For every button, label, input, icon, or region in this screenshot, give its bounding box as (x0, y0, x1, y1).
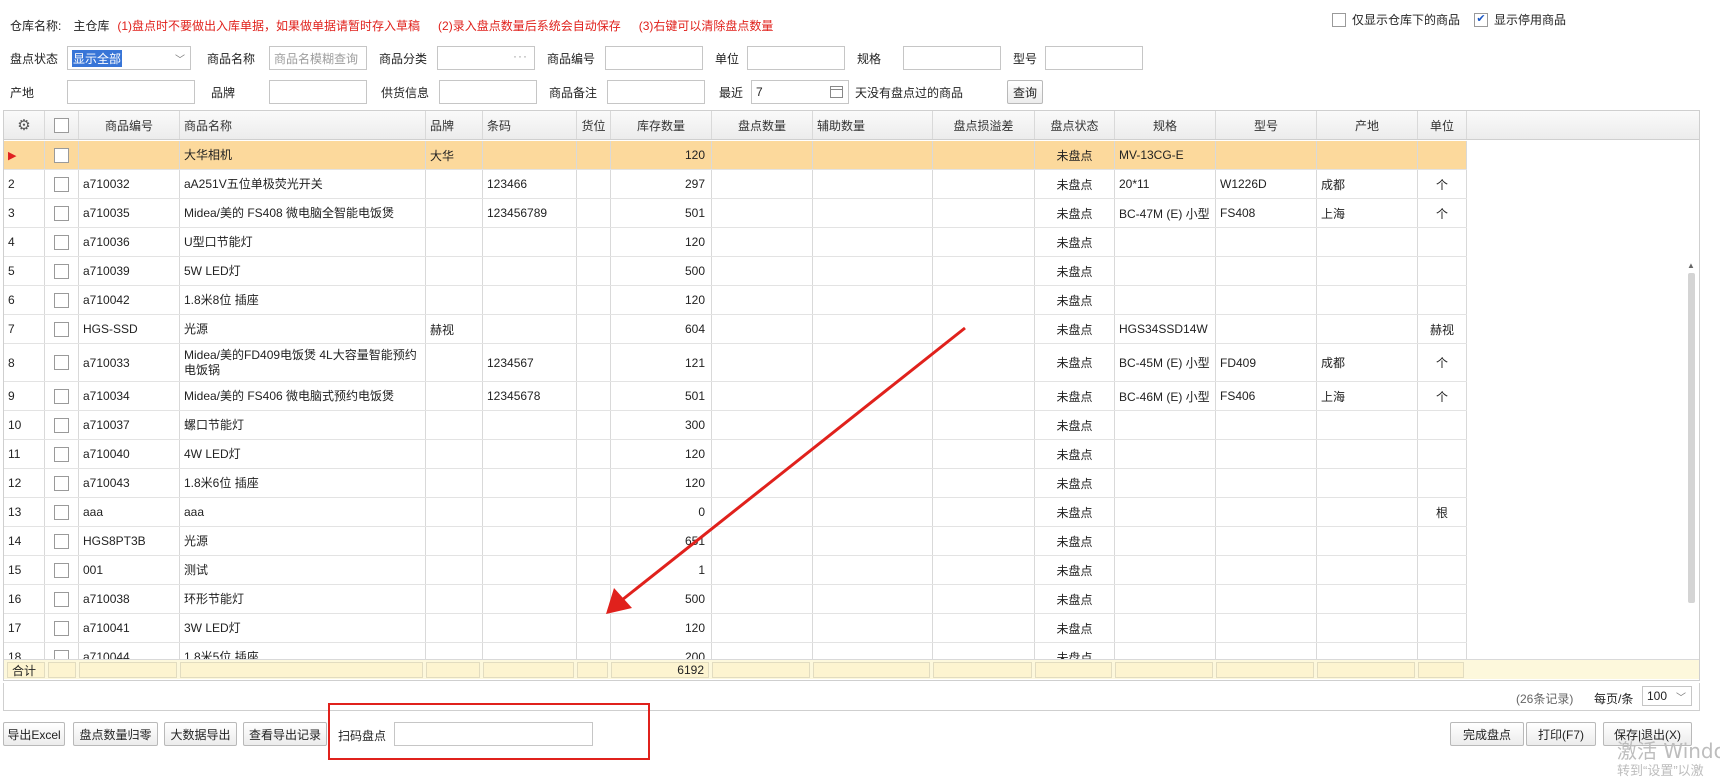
annotation-arrow (606, 326, 966, 614)
annotation-arrow-head (606, 588, 632, 614)
annotation-arrow-line (621, 326, 966, 602)
activation-watermark-sub: 转到“设置”以激 (1617, 763, 1704, 777)
